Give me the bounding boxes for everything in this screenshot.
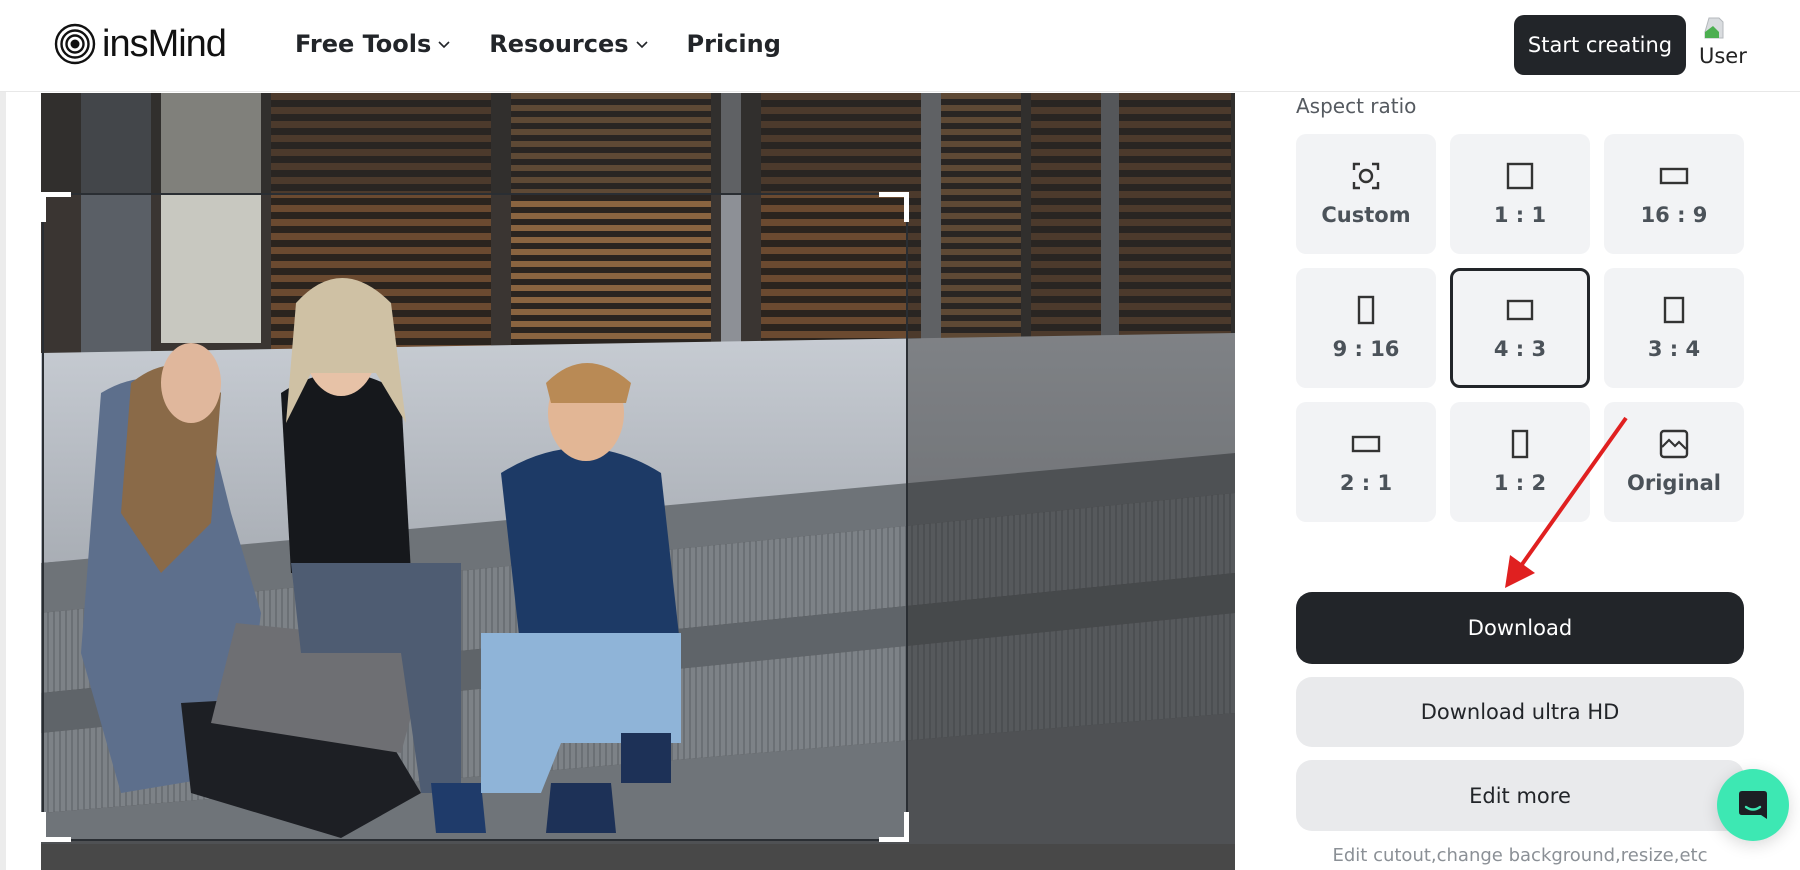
tall-rect-icon <box>1511 429 1529 459</box>
square-icon <box>1506 162 1534 190</box>
ratio-option-2-1[interactable]: 2 : 1 <box>1296 402 1436 522</box>
crop-handle-bottom-left[interactable] <box>41 812 71 842</box>
ratio-option-3-4[interactable]: 3 : 4 <box>1604 268 1744 388</box>
user-avatar[interactable]: User <box>1699 14 1749 74</box>
user-label: User <box>1699 44 1747 68</box>
nav-resources-label: Resources <box>489 30 629 58</box>
aspect-ratio-grid: Custom 1 : 1 16 : 9 9 : 16 4 : 3 3: 4 2… <box>1296 134 1744 522</box>
ratio-label: 2 : 1 <box>1339 471 1393 495</box>
editor-canvas[interactable] <box>41 93 1235 870</box>
ratio-label: 9 : 16 <box>1332 337 1400 361</box>
nav-free-tools[interactable]: Free Tools <box>295 26 451 62</box>
download-button[interactable]: Download <box>1296 592 1744 664</box>
nav-pricing-label: Pricing <box>686 30 781 58</box>
ratio-label: 4 : 3 <box>1493 337 1547 361</box>
crop-handle-bottom-right[interactable] <box>879 812 909 842</box>
download-ultra-hd-button[interactable]: Download ultra HD <box>1296 677 1744 747</box>
chevron-down-icon <box>438 41 450 49</box>
ratio-label: 1 : 1 <box>1493 203 1547 227</box>
crop-box[interactable] <box>41 192 909 842</box>
custom-focus-icon <box>1352 162 1380 190</box>
ratio-option-1-1[interactable]: 1 : 1 <box>1450 134 1590 254</box>
tall-rect-icon <box>1357 295 1375 325</box>
panel-title: Aspect ratio <box>1296 94 1417 118</box>
portrait-rect-icon <box>1663 296 1685 324</box>
edit-more-hint: Edit cutout,change background,resize,etc <box>1332 845 1708 866</box>
ratio-option-9-16[interactable]: 9 : 16 <box>1296 268 1436 388</box>
chat-support-button[interactable] <box>1717 769 1789 841</box>
ratio-option-4-3[interactable]: 4 : 3 <box>1450 268 1590 388</box>
left-gutter <box>0 92 6 870</box>
ratio-label: 1 : 2 <box>1493 471 1547 495</box>
crop-handle-top-left[interactable] <box>41 192 71 222</box>
ratio-option-custom[interactable]: Custom <box>1296 134 1436 254</box>
ratio-option-original[interactable]: Original <box>1604 402 1744 522</box>
broken-image-icon <box>1704 17 1724 39</box>
insmind-logo-icon <box>54 23 96 65</box>
wide-rect-icon <box>1351 435 1381 453</box>
top-nav-bar: insMind Free Tools Resources Pricing Sta… <box>0 0 1800 92</box>
image-icon <box>1659 429 1689 459</box>
wide-rect-icon <box>1659 167 1689 185</box>
edit-more-button[interactable]: Edit more <box>1296 760 1744 831</box>
start-creating-button[interactable]: Start creating <box>1514 15 1686 75</box>
ratio-option-16-9[interactable]: 16 : 9 <box>1604 134 1744 254</box>
main-nav: Free Tools Resources Pricing <box>295 26 781 62</box>
aspect-ratio-panel: Aspect ratio Custom 1 : 1 16 : 9 9: 16 … <box>1296 92 1744 870</box>
ratio-option-1-2[interactable]: 1 : 2 <box>1450 402 1590 522</box>
ratio-label: Custom <box>1321 203 1411 227</box>
ratio-label: 16 : 9 <box>1640 203 1708 227</box>
canvas-footer-bar <box>41 844 1235 870</box>
nav-free-tools-label: Free Tools <box>295 30 432 58</box>
nav-pricing[interactable]: Pricing <box>687 26 781 62</box>
ratio-label: Original <box>1627 471 1721 495</box>
brand-logo[interactable]: insMind <box>54 22 227 66</box>
crop-handle-top-right[interactable] <box>879 192 909 222</box>
brand-name: insMind <box>102 22 227 65</box>
landscape-rect-icon <box>1506 299 1534 321</box>
ratio-label: 3 : 4 <box>1647 337 1701 361</box>
chevron-down-icon <box>635 41 648 49</box>
nav-resources[interactable]: Resources <box>489 26 648 62</box>
chat-bubble-icon <box>1739 791 1767 819</box>
